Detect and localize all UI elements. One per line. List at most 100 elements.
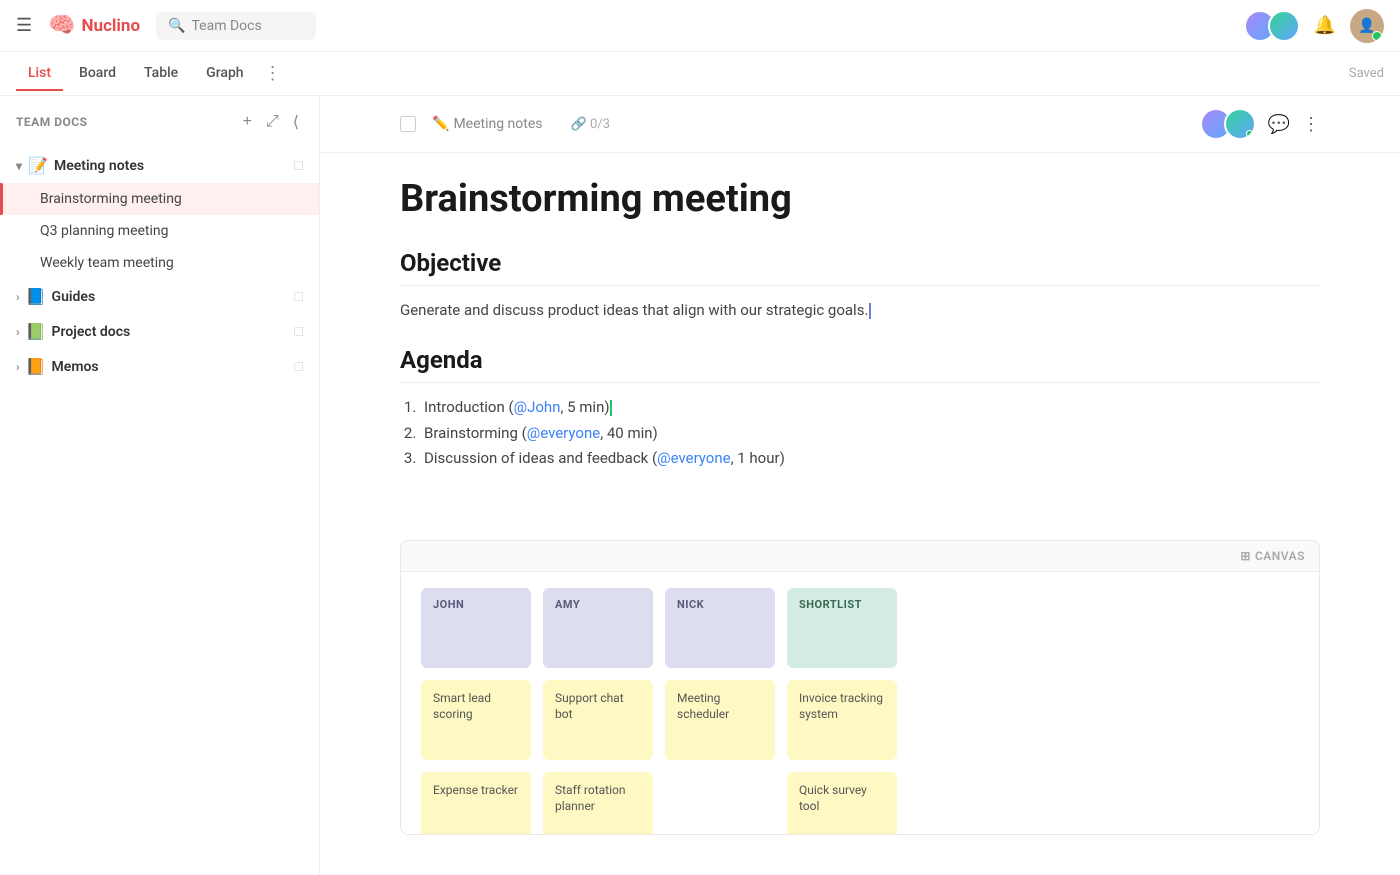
memos-icon: 📙 [26, 357, 46, 376]
memos-label: Memos [52, 359, 99, 375]
progress-info: 🔗 0/3 [571, 117, 610, 132]
meeting-notes-checkbox: □ [295, 157, 303, 174]
sidebar-group-project-docs: › 📗 Project docs □ [0, 314, 319, 349]
more-options-btn[interactable]: ⋮ [1302, 108, 1320, 140]
agenda-list: Introduction (@John, 5 min) Brainstormin… [400, 395, 1320, 472]
bell-icon[interactable]: 🔔 [1314, 15, 1336, 36]
sidebar: TEAM DOCS + ⤢ ⟨ ▾ 📝 Meeting notes □ Brai… [0, 96, 320, 875]
project-docs-label: Project docs [52, 324, 131, 340]
user-avatar[interactable]: 👤 [1350, 9, 1384, 43]
tab-board[interactable]: Board [67, 57, 128, 91]
search-bar[interactable]: 🔍 Team Docs [156, 12, 316, 40]
card-support-chat-bot[interactable]: Support chat bot [543, 680, 653, 760]
sidebar-group-guides: › 📘 Guides □ [0, 279, 319, 314]
sidebar-title: TEAM DOCS [16, 115, 231, 129]
content-area: ✏️ Meeting notes 🔗 0/3 💬 ⋮ Brainstorm [320, 96, 1400, 875]
weekly-label: Weekly team meeting [40, 255, 174, 271]
sidebar-item-q3-planning[interactable]: Q3 planning meeting [0, 215, 319, 247]
project-docs-checkbox: □ [295, 323, 303, 340]
project-docs-icon: 📗 [26, 322, 46, 341]
tab-list[interactable]: List [16, 57, 63, 91]
guides-checkbox: □ [295, 288, 303, 305]
hamburger-icon[interactable]: ☰ [16, 15, 32, 36]
avatar-initials: 👤 [1358, 18, 1375, 34]
sidebar-group-meeting-notes: ▾ 📝 Meeting notes □ Brainstorming meetin… [0, 148, 319, 279]
sidebar-group-header-meeting-notes[interactable]: ▾ 📝 Meeting notes □ [0, 148, 319, 183]
col-amy: AMY [543, 588, 653, 668]
logo-icon: 🧠 [48, 13, 75, 38]
card-expense-tracker[interactable]: Expense tracker [421, 772, 531, 836]
search-text: Team Docs [191, 18, 261, 34]
card-invoice-tracking[interactable]: Invoice tracking system [787, 680, 897, 760]
sidebar-group-memos: › 📙 Memos □ [0, 349, 319, 384]
mention-john: @John [514, 398, 561, 416]
avatar-group [1244, 10, 1300, 42]
agenda-item-2: Brainstorming (@everyone, 40 min) [420, 421, 1320, 447]
sidebar-group-header-guides[interactable]: › 📘 Guides □ [0, 279, 319, 314]
chevron-right-icon-3: › [16, 360, 20, 374]
sidebar-collapse-btn[interactable]: ⟨ [289, 110, 303, 134]
avatar-user2[interactable] [1268, 10, 1300, 42]
agenda-item-3: Discussion of ideas and feedback (@every… [420, 446, 1320, 472]
col-john: JOHN [421, 588, 531, 668]
mention-everyone-2: @everyone [657, 449, 730, 467]
sidebar-add-btn[interactable]: + [239, 110, 256, 134]
breadcrumb: ✏️ Meeting notes [432, 116, 543, 132]
search-icon: 🔍 [168, 18, 185, 34]
chevron-right-icon: › [16, 290, 20, 304]
doc-checkbox[interactable] [400, 116, 416, 132]
card-staff-rotation[interactable]: Staff rotation planner [543, 772, 653, 836]
agenda-item-1: Introduction (@John, 5 min) [420, 395, 1320, 421]
content-actions: 💬 ⋮ [1200, 108, 1320, 140]
sidebar-header: TEAM DOCS + ⤢ ⟨ [0, 96, 319, 148]
topbar-right: 🔔 👤 [1244, 9, 1384, 43]
card-empty [665, 772, 775, 836]
content-avatar-2[interactable] [1224, 108, 1256, 140]
saved-label: Saved [1349, 66, 1384, 81]
brainstorming-label: Brainstorming meeting [40, 191, 182, 207]
logo[interactable]: 🧠 Nuclino [48, 13, 140, 38]
content-avatar-group [1200, 108, 1256, 140]
content-body: Brainstorming meeting Objective Generate… [320, 153, 1400, 540]
guides-label: Guides [52, 289, 96, 305]
view-tabs: List Board Table Graph ⋮ Saved [0, 52, 1400, 96]
mention-everyone-1: @everyone [527, 424, 600, 442]
breadcrumb-label: Meeting notes [453, 116, 542, 132]
objective-text: Generate and discuss product ideas that … [400, 298, 1320, 322]
sidebar-item-weekly[interactable]: Weekly team meeting [0, 247, 319, 279]
guides-icon: 📘 [26, 287, 46, 306]
canvas-grid: JOHN AMY NICK SHORTLIST Smart lead scori… [401, 572, 1319, 836]
sidebar-expand-btn[interactable]: ⤢ [262, 110, 283, 134]
canvas-container: ⊞ CANVAS JOHN AMY NICK SHORTLIST Smart l… [400, 540, 1320, 836]
tab-table[interactable]: Table [132, 57, 190, 91]
doc-title: Brainstorming meeting [400, 177, 1320, 221]
col-shortlist: SHORTLIST [787, 588, 897, 668]
breadcrumb-icon: ✏️ [432, 116, 449, 132]
progress-icon: 🔗 [571, 117, 587, 132]
sidebar-group-header-memos[interactable]: › 📙 Memos □ [0, 349, 319, 384]
content-topbar: ✏️ Meeting notes 🔗 0/3 💬 ⋮ [320, 96, 1400, 153]
objective-heading: Objective [400, 249, 1320, 286]
sidebar-item-brainstorming[interactable]: Brainstorming meeting [0, 183, 319, 215]
logo-text: Nuclino [82, 16, 141, 36]
progress-text: 0/3 [590, 117, 610, 132]
q3-planning-label: Q3 planning meeting [40, 223, 169, 239]
sidebar-group-header-project-docs[interactable]: › 📗 Project docs □ [0, 314, 319, 349]
canvas-icon: ⊞ [1240, 549, 1251, 563]
tab-graph[interactable]: Graph [194, 57, 255, 91]
canvas-label: ⊞ CANVAS [1240, 549, 1305, 563]
meeting-notes-icon: 📝 [28, 156, 48, 175]
card-quick-survey[interactable]: Quick survey tool [787, 772, 897, 836]
cursor-1 [610, 400, 612, 416]
card-meeting-scheduler[interactable]: Meeting scheduler [665, 680, 775, 760]
chevron-down-icon: ▾ [16, 159, 22, 173]
text-cursor [869, 303, 871, 319]
comment-btn[interactable]: 💬 [1268, 108, 1290, 140]
topbar: ☰ 🧠 Nuclino 🔍 Team Docs 🔔 👤 [0, 0, 1400, 52]
agenda-heading: Agenda [400, 346, 1320, 383]
card-smart-lead-scoring[interactable]: Smart lead scoring [421, 680, 531, 760]
sidebar-actions: + ⤢ ⟨ [239, 110, 303, 134]
meeting-notes-label: Meeting notes [54, 158, 144, 174]
memos-checkbox: □ [295, 358, 303, 375]
tabs-more-icon[interactable]: ⋮ [264, 63, 282, 84]
